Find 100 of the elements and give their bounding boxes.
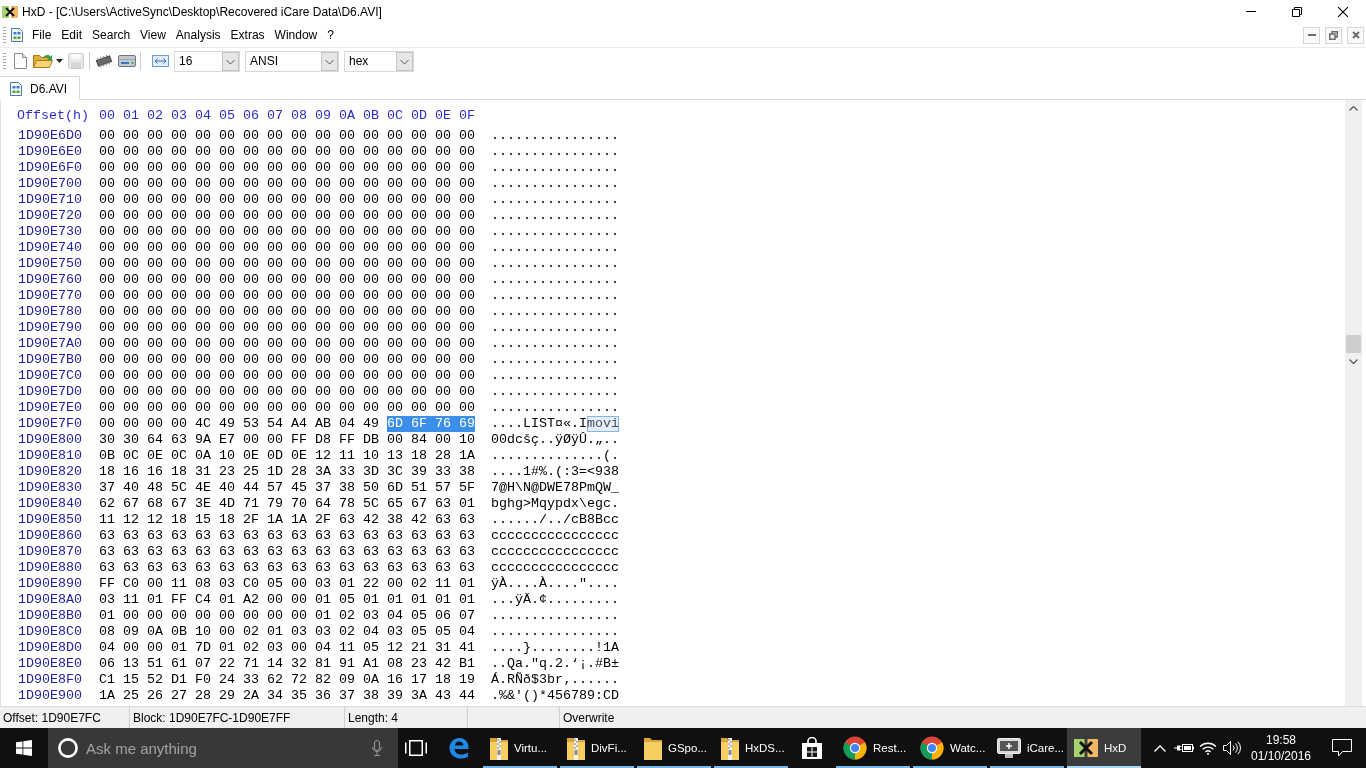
vertical-scrollbar[interactable]: [1345, 100, 1362, 706]
ascii-text: ................: [491, 144, 619, 160]
scroll-thumb[interactable]: [1346, 335, 1361, 353]
row-offset: 1D90E810: [18, 448, 82, 463]
ascii-text: 00dcšç..ÿØÿÛ.„..: [491, 432, 619, 448]
row-offset: 1D90E8B0: [18, 608, 82, 623]
grip-icon[interactable]: [3, 27, 6, 43]
minimize-icon: [1307, 34, 1316, 36]
row-offset: 1D90E7F0: [18, 416, 82, 431]
search-box[interactable]: Ask me anything: [48, 728, 398, 768]
ascii-text: ................: [491, 608, 619, 624]
shopping-bag-icon: [801, 737, 823, 759]
hex-bytes: 63 63 63 63 63 63 63 63 63 63 63 63 63 63 63 63: [99, 544, 475, 560]
ascii-text: ....../../cB8Bcc: [491, 512, 619, 528]
hex-bytes: 00 00 00 00 00 00 00 00 00 00 00 00 00 00 00 00: [99, 192, 475, 208]
chevron-down-icon: [1349, 359, 1358, 364]
hex-bytes: 00 00 00 00 00 00 00 00 00 00 00 00 00 00 00 00: [99, 384, 475, 400]
clock[interactable]: 19:58 01/10/2016: [1244, 728, 1318, 768]
menu-item[interactable]: ?: [322, 25, 339, 45]
column-header: 0C: [387, 108, 403, 124]
row-offset: 1D90E6D0: [18, 128, 82, 143]
column-header: 00: [99, 108, 115, 124]
taskbar-button[interactable]: HxDS...: [714, 728, 788, 768]
menu-item[interactable]: Window: [269, 25, 323, 45]
caret-icon: [56, 59, 63, 63]
taskbar-button[interactable]: Rest...: [836, 728, 910, 768]
chevron-down-icon: [396, 51, 413, 71]
row-offset: 1D90E830: [18, 480, 82, 495]
ascii-text: movi: [587, 416, 619, 432]
file-tab[interactable]: D6.AVI: [0, 76, 81, 100]
grip-icon[interactable]: [3, 53, 6, 69]
hex-bytes: 00 00 00 00 00 00 00 00 00 00 00 00 00 00 00 00: [99, 128, 475, 144]
ascii-text: ................: [491, 320, 619, 336]
document-icon[interactable]: [11, 28, 23, 42]
close-button[interactable]: [1347, 26, 1364, 44]
ascii-text: ÿÀ....À...."....: [491, 576, 619, 592]
folder-icon: [644, 736, 662, 760]
hex-bytes: 00 00 00 00 00 00 00 00 00 00 00 00 00 00 00 00: [99, 400, 475, 416]
ascii-text: ................: [491, 352, 619, 368]
row-offset: 1D90E820: [18, 464, 82, 479]
ascii-text: ................: [491, 208, 619, 224]
ascii-text: ................: [491, 384, 619, 400]
ring-icon: [58, 738, 78, 758]
column-header: 08: [291, 108, 307, 124]
row-offset: 1D90E6F0: [18, 160, 82, 175]
chevron-up-icon: [1349, 106, 1358, 111]
monitor-icon: [997, 738, 1021, 758]
chevron-up-icon: [1154, 744, 1166, 752]
hex-bytes: 00 00 00 00 00 00 00 00 00 00 00 00 00 00 00 00: [99, 368, 475, 384]
taskbar-button[interactable]: DivFi...: [560, 728, 634, 768]
close-icon: [1351, 31, 1360, 39]
hex-bytes: 0B 0C 0E 0C 0A 10 0E 0D 0E 12 11 10 13 18 28 1A: [99, 448, 475, 464]
search-field[interactable]: Ask me anything: [86, 737, 364, 759]
taskbar-button[interactable]: Watc...: [913, 728, 987, 768]
row-offset: 1D90E740: [18, 240, 82, 255]
menu-item[interactable]: Extras: [225, 25, 270, 45]
ascii-text: ................: [491, 240, 619, 256]
taskbar-button[interactable]: Virtu...: [483, 728, 557, 768]
menu-item[interactable]: File: [27, 25, 57, 45]
row-offset: 1D90E800: [18, 432, 82, 447]
dropdown[interactable]: hex: [344, 50, 414, 72]
ascii-text: bghg>Mqypdx\egc.: [491, 496, 619, 512]
battery-icon: [1174, 742, 1194, 754]
ascii-text: ................: [491, 624, 619, 640]
hex-bytes: 6D 6F 76 69: [386, 416, 475, 432]
row-offset: 1D90E7D0: [18, 384, 82, 399]
status-text: Offset: 1D90E7FC: [3, 710, 101, 725]
menu-item[interactable]: View: [135, 25, 171, 45]
taskbar-button[interactable]: GSpo...: [637, 728, 711, 768]
microphone-icon[interactable]: [372, 740, 382, 756]
ascii-text: ................: [491, 336, 619, 352]
status-text: Overwrite: [563, 710, 615, 725]
row-offset: 1D90E8A0: [18, 592, 82, 607]
ascii-text: cccccccccccccccc: [491, 544, 619, 560]
hex-bytes: 00 00 00 00 00 00 00 00 00 00 00 00 00 00 00 00: [99, 272, 475, 288]
hex-bytes: 63 63 63 63 63 63 63 63 63 63 63 63 63 63 63 63: [99, 560, 475, 576]
ascii-text: ...ÿÄ.¢.........: [491, 592, 619, 608]
ascii-text: ....}........!1A: [491, 640, 619, 656]
taskbar-button[interactable]: HxD: [1067, 728, 1141, 768]
row-offset: 1D90E900: [18, 688, 82, 703]
hex-bytes: 18 16 16 18 31 23 25 1D 28 3A 33 3D 3C 39 33 38: [99, 464, 475, 480]
column-header: 0B: [363, 108, 379, 124]
row-offset: 1D90E720: [18, 208, 82, 223]
menu-item[interactable]: Search: [87, 25, 136, 45]
column-header: 0F: [459, 108, 475, 124]
dropdown[interactable]: ANSI: [245, 50, 339, 72]
ascii-text: ................: [491, 288, 619, 304]
hex-bytes: 00 00 00 00 00 00 00 00 00 00 00 00 00 00 00 00: [99, 304, 475, 320]
four-squares-icon: [16, 740, 32, 756]
row-offset: 1D90E850: [18, 512, 82, 527]
menu-item[interactable]: Analysis: [170, 25, 226, 45]
taskbar-button[interactable]: iCare...: [990, 728, 1064, 768]
ascii-text: 7@H\N@DWE78PmQW_: [491, 480, 619, 496]
column-header: 02: [147, 108, 163, 124]
hex-bytes: 00 00 00 00 00 00 00 00 00 00 00 00 00 00 00 00: [99, 256, 475, 272]
dropdown[interactable]: 16: [174, 50, 240, 72]
hex-bytes: 03 11 01 FF C4 01 A2 00 00 01 05 01 01 01 01 01: [99, 592, 475, 608]
menu-item[interactable]: Edit: [56, 25, 88, 45]
ascii-text: cccccccccccccccc: [491, 528, 619, 544]
minimize-button[interactable]: [1303, 26, 1320, 44]
